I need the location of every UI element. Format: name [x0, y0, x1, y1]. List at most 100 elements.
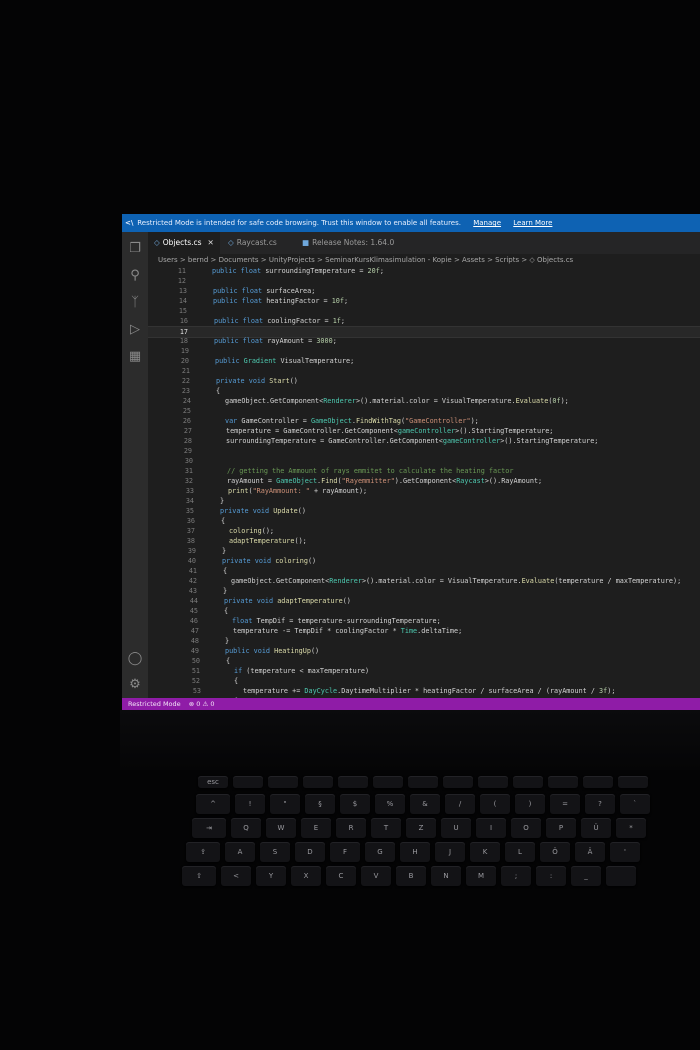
code-line[interactable]: 50 { [148, 656, 700, 666]
code-line[interactable]: 51 if (temperature < maxTemperature) [148, 666, 700, 676]
keyboard-key: % [375, 794, 405, 814]
line-number: 18 [179, 337, 188, 345]
status-problems[interactable]: ⊗ 0 ⚠ 0 [189, 700, 215, 708]
code-line[interactable]: 27 temperature = GameController.GetCompon… [148, 426, 700, 436]
code-line[interactable]: 36 { [148, 516, 700, 526]
code-line[interactable]: 12 [148, 276, 700, 286]
code-text: { [223, 567, 228, 575]
tab-raycast-cs[interactable]: ◇ Raycast.cs [222, 232, 283, 254]
code-line[interactable]: 29 [148, 446, 700, 456]
code-line[interactable]: 41 { [148, 566, 700, 576]
line-number: 51 [191, 667, 200, 675]
keyboard-key [606, 866, 636, 886]
line-number: 41 [188, 567, 197, 575]
code-line[interactable]: 24 gameObject.GetComponent<Renderer>().ma… [148, 396, 700, 406]
code-line[interactable]: 49 public void HeatingUp() [148, 646, 700, 656]
keyboard-key [548, 776, 578, 788]
keyboard-key: N [431, 866, 461, 886]
line-number: 24 [182, 397, 191, 405]
code-line[interactable]: 33 print("RayAmmount: " + rayAmount); [148, 486, 700, 496]
code-line[interactable]: 30 [148, 456, 700, 466]
line-number: 39 [187, 547, 196, 555]
code-line[interactable]: 34} [148, 496, 700, 506]
activity-bar: ❐ ⚲ ᛉ ▷ ▦ ◯ ⚙ [122, 232, 148, 698]
status-restricted-mode[interactable]: Restricted Mode [128, 700, 181, 708]
breadcrumb[interactable]: Users > bernd > Documents > UnityProject… [148, 254, 700, 266]
code-line[interactable]: 18 public float rayAmount = 3000; [148, 336, 700, 346]
code-line[interactable]: 20 public Gradient VisualTemperature; [148, 356, 700, 366]
line-number: 48 [190, 637, 199, 645]
run-debug-icon[interactable]: ▷ [126, 321, 144, 339]
keyboard-key: § [305, 794, 335, 814]
keyboard-key: ⇥ [192, 818, 226, 838]
extensions-icon[interactable]: ▦ [126, 348, 144, 366]
keyboard-key: O [511, 818, 541, 838]
line-number: 25 [182, 407, 191, 415]
line-number: 29 [183, 447, 192, 455]
code-line[interactable]: 45 { [148, 606, 700, 616]
code-text: public float surfaceArea; [213, 287, 316, 295]
code-line[interactable]: 44 private void adaptTemperature() [148, 596, 700, 606]
code-line[interactable]: 31 // getting the Ammount of rays emmitet… [148, 466, 700, 476]
code-line[interactable]: 40 private void coloring() [148, 556, 700, 566]
line-number: 52 [191, 677, 200, 685]
code-line[interactable]: 38 adaptTemperature(); [148, 536, 700, 546]
code-line[interactable]: 37 coloring(); [148, 526, 700, 536]
keyboard-key: R [336, 818, 366, 838]
code-line[interactable]: 25 [148, 406, 700, 416]
code-line[interactable]: 11 public float surroundingTemperature = … [148, 266, 700, 276]
code-text: private void adaptTemperature() [224, 597, 351, 605]
close-icon[interactable]: ✕ [208, 238, 214, 247]
line-number: 31 [184, 467, 193, 475]
keyboard-key: U [441, 818, 471, 838]
keyboard-key: W [266, 818, 296, 838]
line-number: 30 [184, 457, 193, 465]
code-line[interactable]: 16 public float coolingFactor = 1f; [148, 316, 700, 326]
code-line[interactable]: 48} [148, 636, 700, 646]
line-number: 50 [191, 657, 200, 665]
keyboard-key: K [470, 842, 500, 862]
search-icon[interactable]: ⚲ [126, 267, 144, 285]
code-line[interactable]: 15 [148, 306, 700, 316]
source-control-icon[interactable]: ᛉ [126, 294, 144, 312]
code-line[interactable]: 13 public float surfaceArea; [148, 286, 700, 296]
keyboard-key [338, 776, 368, 788]
line-number: 40 [187, 557, 196, 565]
code-line[interactable]: 52 { [148, 676, 700, 686]
code-line[interactable]: 47 temperature -= TempDif * coolingFactor… [148, 626, 700, 636]
line-number: 35 [185, 507, 194, 515]
code-line[interactable]: 35 private void Update() [148, 506, 700, 516]
line-number: 34 [185, 497, 194, 505]
status-bar: Restricted Mode ⊗ 0 ⚠ 0 [122, 698, 700, 710]
code-editor[interactable]: 11 public float surroundingTemperature = … [148, 266, 700, 698]
tab-release-notes[interactable]: ■ Release Notes: 1.64.0 [296, 232, 400, 254]
keyboard-key: ? [585, 794, 615, 814]
learn-more-link[interactable]: Learn More [513, 219, 552, 227]
code-line[interactable]: 39} [148, 546, 700, 556]
code-line[interactable]: 23 { [148, 386, 700, 396]
code-line[interactable]: 26 var GameController = GameObject.FindWi… [148, 416, 700, 426]
code-line[interactable]: 19 [148, 346, 700, 356]
code-line[interactable]: 21 [148, 366, 700, 376]
files-icon[interactable]: ❐ [126, 240, 144, 258]
keyboard-key: ' [610, 842, 640, 862]
tab-objects-cs[interactable]: ◇ Objects.cs ✕ [148, 232, 220, 254]
keyboard-key [233, 776, 263, 788]
account-icon[interactable]: ◯ [126, 650, 144, 668]
code-text: private void Start() [216, 377, 298, 385]
code-line[interactable]: 22 private void Start() [148, 376, 700, 386]
manage-link[interactable]: Manage [473, 219, 501, 227]
laptop-screen: <\ Restricted Mode is intended for safe … [122, 214, 700, 710]
code-line[interactable]: 42 gameObject.GetComponent<Renderer>().ma… [148, 576, 700, 586]
settings-gear-icon[interactable]: ⚙ [126, 676, 144, 694]
code-line[interactable]: 28 surroundingTemperature = GameControlle… [148, 436, 700, 446]
code-line[interactable]: 53 temperature += DayCycle.DaytimeMultipl… [148, 686, 700, 696]
code-line[interactable]: 32 rayAmount = GameObject.Find("Rayemmitt… [148, 476, 700, 486]
code-line[interactable]: 43} [148, 586, 700, 596]
keyboard-key: = [550, 794, 580, 814]
keyboard-key: ; [501, 866, 531, 886]
code-line[interactable]: 46 float TempDif = temperature-surroundin… [148, 616, 700, 626]
line-number: 16 [179, 317, 188, 325]
code-line[interactable]: 14 public float heatingFactor = 10f; [148, 296, 700, 306]
code-text: { [234, 677, 239, 685]
